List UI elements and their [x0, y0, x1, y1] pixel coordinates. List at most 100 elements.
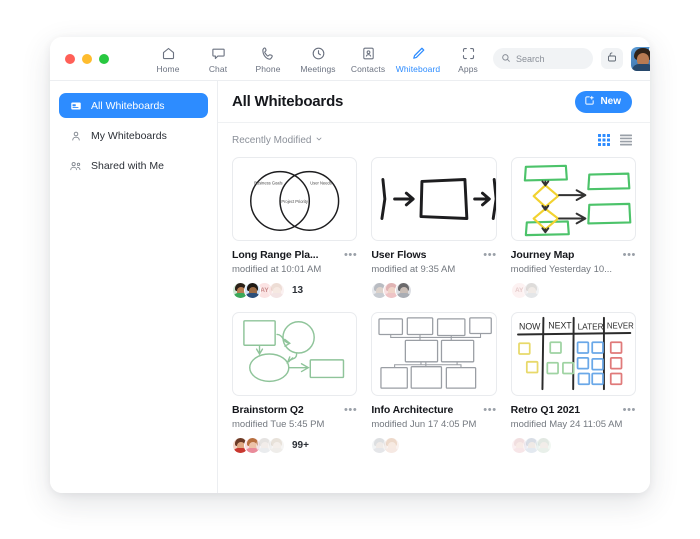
board-title: User Flows: [371, 249, 426, 261]
main-panel: All Whiteboards New Recently Modified: [218, 81, 650, 493]
board-more-menu[interactable]: •••: [623, 249, 636, 259]
window-body: All Whiteboards My Whiteboards: [50, 81, 650, 493]
venn-label-left: Business Goals: [254, 180, 282, 185]
sort-dropdown[interactable]: Recently Modified: [232, 135, 323, 146]
nav-item-chat[interactable]: Chat: [193, 44, 243, 74]
lock-button[interactable]: [601, 48, 623, 69]
nav-label-chat: Chat: [209, 64, 227, 74]
board-collaborators: 99+: [232, 437, 357, 454]
home-icon: [161, 45, 176, 62]
nav-label-whiteboard: Whiteboard: [396, 64, 440, 74]
board-title: Journey Map: [511, 249, 575, 261]
retro-column-4-label: NEVER: [607, 322, 634, 331]
nav-label-contacts: Contacts: [351, 64, 385, 74]
board-title-row: Brainstorm Q2 •••: [232, 404, 357, 416]
board-title-row: Retro Q1 2021 •••: [511, 404, 636, 416]
sidebar: All Whiteboards My Whiteboards: [50, 81, 218, 493]
collaborator-count: 99+: [292, 440, 309, 451]
sitemap-boxes-icon: [372, 313, 495, 395]
avatar[interactable]: [244, 282, 261, 299]
nav-label-apps: Apps: [458, 64, 478, 74]
board-thumbnail: Business Goals User Needs Project Priori…: [232, 157, 357, 241]
new-button[interactable]: New: [575, 91, 632, 113]
sidebar-item-my-whiteboards[interactable]: My Whiteboards: [59, 123, 208, 148]
sidebar-item-all-whiteboards[interactable]: All Whiteboards: [59, 93, 208, 118]
close-window-button[interactable]: [65, 54, 75, 64]
board-card-brainstorm-q2[interactable]: Brainstorm Q2 ••• modified Tue 5:45 PM: [232, 312, 357, 454]
nav-item-meetings[interactable]: Meetings: [293, 44, 343, 74]
search-input[interactable]: Search: [493, 48, 593, 69]
board-title: Brainstorm Q2: [232, 404, 304, 416]
sort-label: Recently Modified: [232, 135, 311, 146]
new-board-icon: [584, 95, 595, 109]
board-thumbnail: [371, 157, 496, 241]
board-collaborators: [371, 437, 496, 454]
sidebar-label-my-whiteboards: My Whiteboards: [91, 130, 167, 142]
retro-column-1-label: NOW: [519, 322, 541, 332]
avatar[interactable]: [523, 282, 540, 299]
board-card-long-range-planning[interactable]: Business Goals User Needs Project Priori…: [232, 157, 357, 299]
board-modified: modified at 10:01 AM: [232, 264, 357, 275]
board-title: Retro Q1 2021: [511, 404, 580, 416]
board-title: Long Range Pla...: [232, 249, 318, 261]
board-card-journey-map[interactable]: Journey Map ••• modified Yesterday 10...…: [511, 157, 636, 299]
grid-view-icon[interactable]: [598, 134, 610, 146]
nav-item-contacts[interactable]: Contacts: [343, 44, 393, 74]
board-title-row: Journey Map •••: [511, 249, 636, 261]
board-more-menu[interactable]: •••: [483, 249, 496, 259]
avatar[interactable]: [535, 437, 552, 454]
board-card-info-architecture[interactable]: Info Architecture ••• modified Jun 17 4:…: [371, 312, 496, 454]
window-controls[interactable]: [50, 54, 109, 64]
app-window: Home Chat Phone: [50, 37, 650, 493]
board-thumbnail: [232, 312, 357, 396]
main-header: All Whiteboards New: [218, 81, 650, 123]
avatar[interactable]: [268, 282, 285, 299]
view-toggle: [598, 134, 632, 146]
search-placeholder: Search: [516, 54, 545, 64]
list-view-icon[interactable]: [620, 134, 632, 146]
sidebar-item-shared-with-me[interactable]: Shared with Me: [59, 153, 208, 178]
sidebar-label-all-whiteboards: All Whiteboards: [91, 100, 165, 112]
board-collaborators: [511, 437, 636, 454]
avatar[interactable]: [395, 282, 412, 299]
board-more-menu[interactable]: •••: [344, 249, 357, 259]
apps-icon: [461, 45, 476, 62]
retro-column-3-label: LATER: [577, 322, 603, 332]
lock-icon: [606, 50, 618, 68]
avatar[interactable]: [631, 47, 650, 71]
nav-item-whiteboard[interactable]: Whiteboard: [393, 44, 443, 74]
nav-label-meetings: Meetings: [300, 64, 335, 74]
board-thumbnail: [371, 312, 496, 396]
contacts-icon: [361, 45, 376, 62]
nav-item-apps[interactable]: Apps: [443, 44, 493, 74]
search-icon: [501, 50, 511, 68]
board-more-menu[interactable]: •••: [483, 404, 496, 414]
board-card-user-flows[interactable]: User Flows ••• modified at 9:35 AM: [371, 157, 496, 299]
venn-diagram-icon: Business Goals User Needs Project Priori…: [233, 158, 356, 240]
board-card-retro-q1-2021[interactable]: NOW NEXT LATER NEVER: [511, 312, 636, 454]
avatar[interactable]: [383, 437, 400, 454]
minimize-window-button[interactable]: [82, 54, 92, 64]
avatar[interactable]: [268, 437, 285, 454]
board-title-row: Long Range Pla... •••: [232, 249, 357, 261]
board-modified: modified May 24 11:05 AM: [511, 419, 636, 430]
top-nav: Home Chat Phone: [143, 44, 493, 74]
title-bar: Home Chat Phone: [50, 37, 650, 81]
journey-flowchart-icon: [512, 158, 635, 240]
maximize-window-button[interactable]: [99, 54, 109, 64]
status-badge: [649, 45, 650, 53]
board-thumbnail: NOW NEXT LATER NEVER: [511, 312, 636, 396]
boards-scroll-area[interactable]: Business Goals User Needs Project Priori…: [218, 157, 650, 493]
board-title: Info Architecture: [371, 404, 453, 416]
sidebar-label-shared-with-me: Shared with Me: [91, 160, 164, 172]
board-modified: modified Yesterday 10...: [511, 264, 636, 275]
board-more-menu[interactable]: •••: [623, 404, 636, 414]
nav-item-phone[interactable]: Phone: [243, 44, 293, 74]
board-collaborators: [371, 282, 496, 299]
board-more-menu[interactable]: •••: [344, 404, 357, 414]
people-icon: [69, 160, 82, 172]
nav-item-home[interactable]: Home: [143, 44, 193, 74]
board-collaborators: AY 13: [232, 282, 357, 299]
page-title: All Whiteboards: [232, 93, 343, 110]
pencil-icon: [411, 45, 426, 62]
